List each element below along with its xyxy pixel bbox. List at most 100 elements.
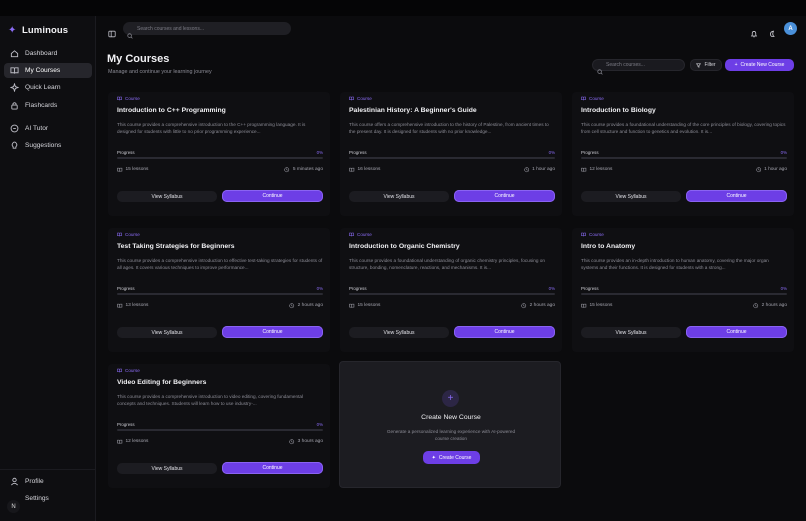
create-course-card[interactable]: + Create New Course Generate a personali… [339, 361, 561, 488]
view-syllabus-button[interactable]: View Syllabus [117, 463, 217, 474]
sparkle-logo-icon: ✦ [8, 24, 17, 36]
course-tag: Course [349, 96, 372, 101]
course-search[interactable] [592, 59, 685, 75]
sidebar-item-ai-tutor[interactable]: AI Tutor [4, 121, 92, 136]
user-avatar[interactable]: A [784, 22, 797, 35]
sidebar-item-quick-learn[interactable]: Quick Learn [4, 80, 92, 95]
lesson-count: 15 lessons [349, 303, 380, 309]
course-title[interactable]: Introduction to Organic Chemistry [349, 243, 460, 250]
sidebar-item-flashcards[interactable]: Flashcards [4, 98, 92, 113]
lesson-count: 16 lessons [349, 167, 380, 173]
view-syllabus-button[interactable]: View Syllabus [581, 191, 681, 202]
sidebar-item-my-courses[interactable]: My Courses [4, 63, 92, 79]
continue-button[interactable]: Continue [686, 326, 787, 338]
continue-button[interactable]: Continue [222, 326, 323, 338]
search-icon [597, 62, 603, 75]
lesson-count-label: 15 lessons [589, 303, 613, 309]
create-new-course-button[interactable]: + Create New Course [725, 59, 794, 71]
progress-bar [117, 157, 323, 159]
moon-icon[interactable] [768, 25, 776, 37]
course-card[interactable]: Course Video Editing for Beginners This co… [108, 364, 330, 488]
course-tag: Course [117, 232, 140, 237]
continue-button[interactable]: Continue [222, 190, 323, 202]
book-open-icon [349, 167, 355, 172]
global-search[interactable] [123, 22, 291, 39]
continue-button[interactable]: Continue [686, 190, 787, 202]
course-description: This course provides a comprehensive int… [117, 394, 304, 407]
view-syllabus-button[interactable]: View Syllabus [349, 327, 449, 338]
course-title[interactable]: Palestinian History: A Beginner's Guide [349, 107, 477, 114]
sidebar-item-label: Flashcards [25, 101, 58, 109]
course-tag-label: Course [125, 368, 140, 373]
book-icon [349, 232, 354, 237]
course-card[interactable]: Course Introduction to Organic Chemistry T… [340, 228, 562, 352]
course-tag-label: Course [357, 232, 372, 237]
home-icon [10, 49, 19, 58]
lesson-count: 12 lessons [581, 167, 612, 173]
course-tag-label: Course [589, 232, 604, 237]
progress-bar [117, 429, 323, 431]
course-tag: Course [117, 368, 140, 373]
course-card[interactable]: Course Introduction to Biology This course… [572, 92, 794, 216]
course-tag-label: Course [589, 96, 604, 101]
settings-label: Settings [25, 495, 49, 502]
course-title[interactable]: Video Editing for Beginners [117, 379, 206, 386]
sidebar-toggle-icon[interactable] [108, 25, 116, 38]
bell-icon[interactable] [750, 25, 758, 38]
sidebar-item-label: My Courses [25, 67, 61, 75]
course-search-input[interactable] [606, 62, 684, 68]
last-accessed: 1 hour ago [523, 167, 555, 173]
last-accessed: 3 hours ago [289, 439, 323, 445]
course-title[interactable]: Introduction to Biology [581, 107, 656, 114]
create-course-label: Create Course [438, 454, 472, 461]
book-icon [581, 232, 586, 237]
last-accessed-label: 1 hour ago [532, 167, 555, 173]
course-title[interactable]: Test Taking Strategies for Beginners [117, 243, 235, 250]
view-syllabus-button[interactable]: View Syllabus [581, 327, 681, 338]
view-syllabus-button[interactable]: View Syllabus [117, 327, 217, 338]
progress-label: Progress [117, 422, 135, 427]
sidebar-item-profile[interactable]: Profile [10, 477, 44, 486]
lesson-count: 15 lessons [117, 167, 148, 173]
continue-button[interactable]: Continue [454, 326, 555, 338]
global-search-input[interactable] [137, 25, 287, 32]
progress-bar [349, 293, 555, 295]
view-syllabus-button[interactable]: View Syllabus [117, 191, 217, 202]
last-accessed: 2 hours ago [521, 303, 555, 309]
course-card[interactable]: Course Introduction to C++ Programming Thi… [108, 92, 330, 216]
continue-button[interactable]: Continue [454, 190, 555, 202]
create-course-button[interactable]: ✦ Create Course [423, 451, 480, 464]
create-new-course-label: Create New Course [740, 62, 785, 68]
create-course-title: Create New Course [421, 414, 481, 421]
filter-button[interactable]: Filter [690, 59, 722, 71]
lesson-count-label: 15 lessons [357, 303, 381, 309]
sidebar-item-label: Suggestions [25, 142, 62, 150]
sidebar-item-dashboard[interactable]: Dashboard [4, 46, 92, 61]
book-open-icon [349, 303, 355, 308]
course-description: This course offers a comprehensive intro… [349, 122, 549, 135]
view-syllabus-button[interactable]: View Syllabus [349, 191, 449, 202]
sparkle-icon: ✦ [431, 454, 436, 461]
progress-label: Progress [581, 150, 599, 155]
course-card[interactable]: Course Intro to Anatomy This course provid… [572, 228, 794, 352]
progress-label: Progress [117, 286, 135, 291]
progress-value: 0% [316, 150, 323, 155]
create-course-description: Generate a personalized learning experie… [386, 429, 516, 442]
course-card[interactable]: Course Palestinian History: A Beginner's … [340, 92, 562, 216]
course-tag-label: Course [125, 96, 140, 101]
brand[interactable]: ✦ Luminous [8, 25, 68, 36]
course-card[interactable]: Course Test Taking Strategies for Beginne… [108, 228, 330, 352]
course-tag: Course [581, 232, 604, 237]
course-title[interactable]: Introduction to C++ Programming [117, 107, 226, 114]
course-title[interactable]: Intro to Anatomy [581, 243, 635, 250]
continue-button[interactable]: Continue [222, 462, 323, 474]
plus-icon: + [734, 62, 738, 68]
lesson-count: 12 lessons [117, 439, 148, 445]
avatar[interactable]: N [7, 500, 20, 513]
sidebar-item-suggestions[interactable]: Suggestions [4, 138, 92, 153]
progress-label: Progress [117, 150, 135, 155]
progress-value: 0% [548, 286, 555, 291]
progress-value: 0% [780, 150, 787, 155]
last-accessed: 2 hours ago [753, 303, 787, 309]
lock-icon [10, 101, 19, 110]
